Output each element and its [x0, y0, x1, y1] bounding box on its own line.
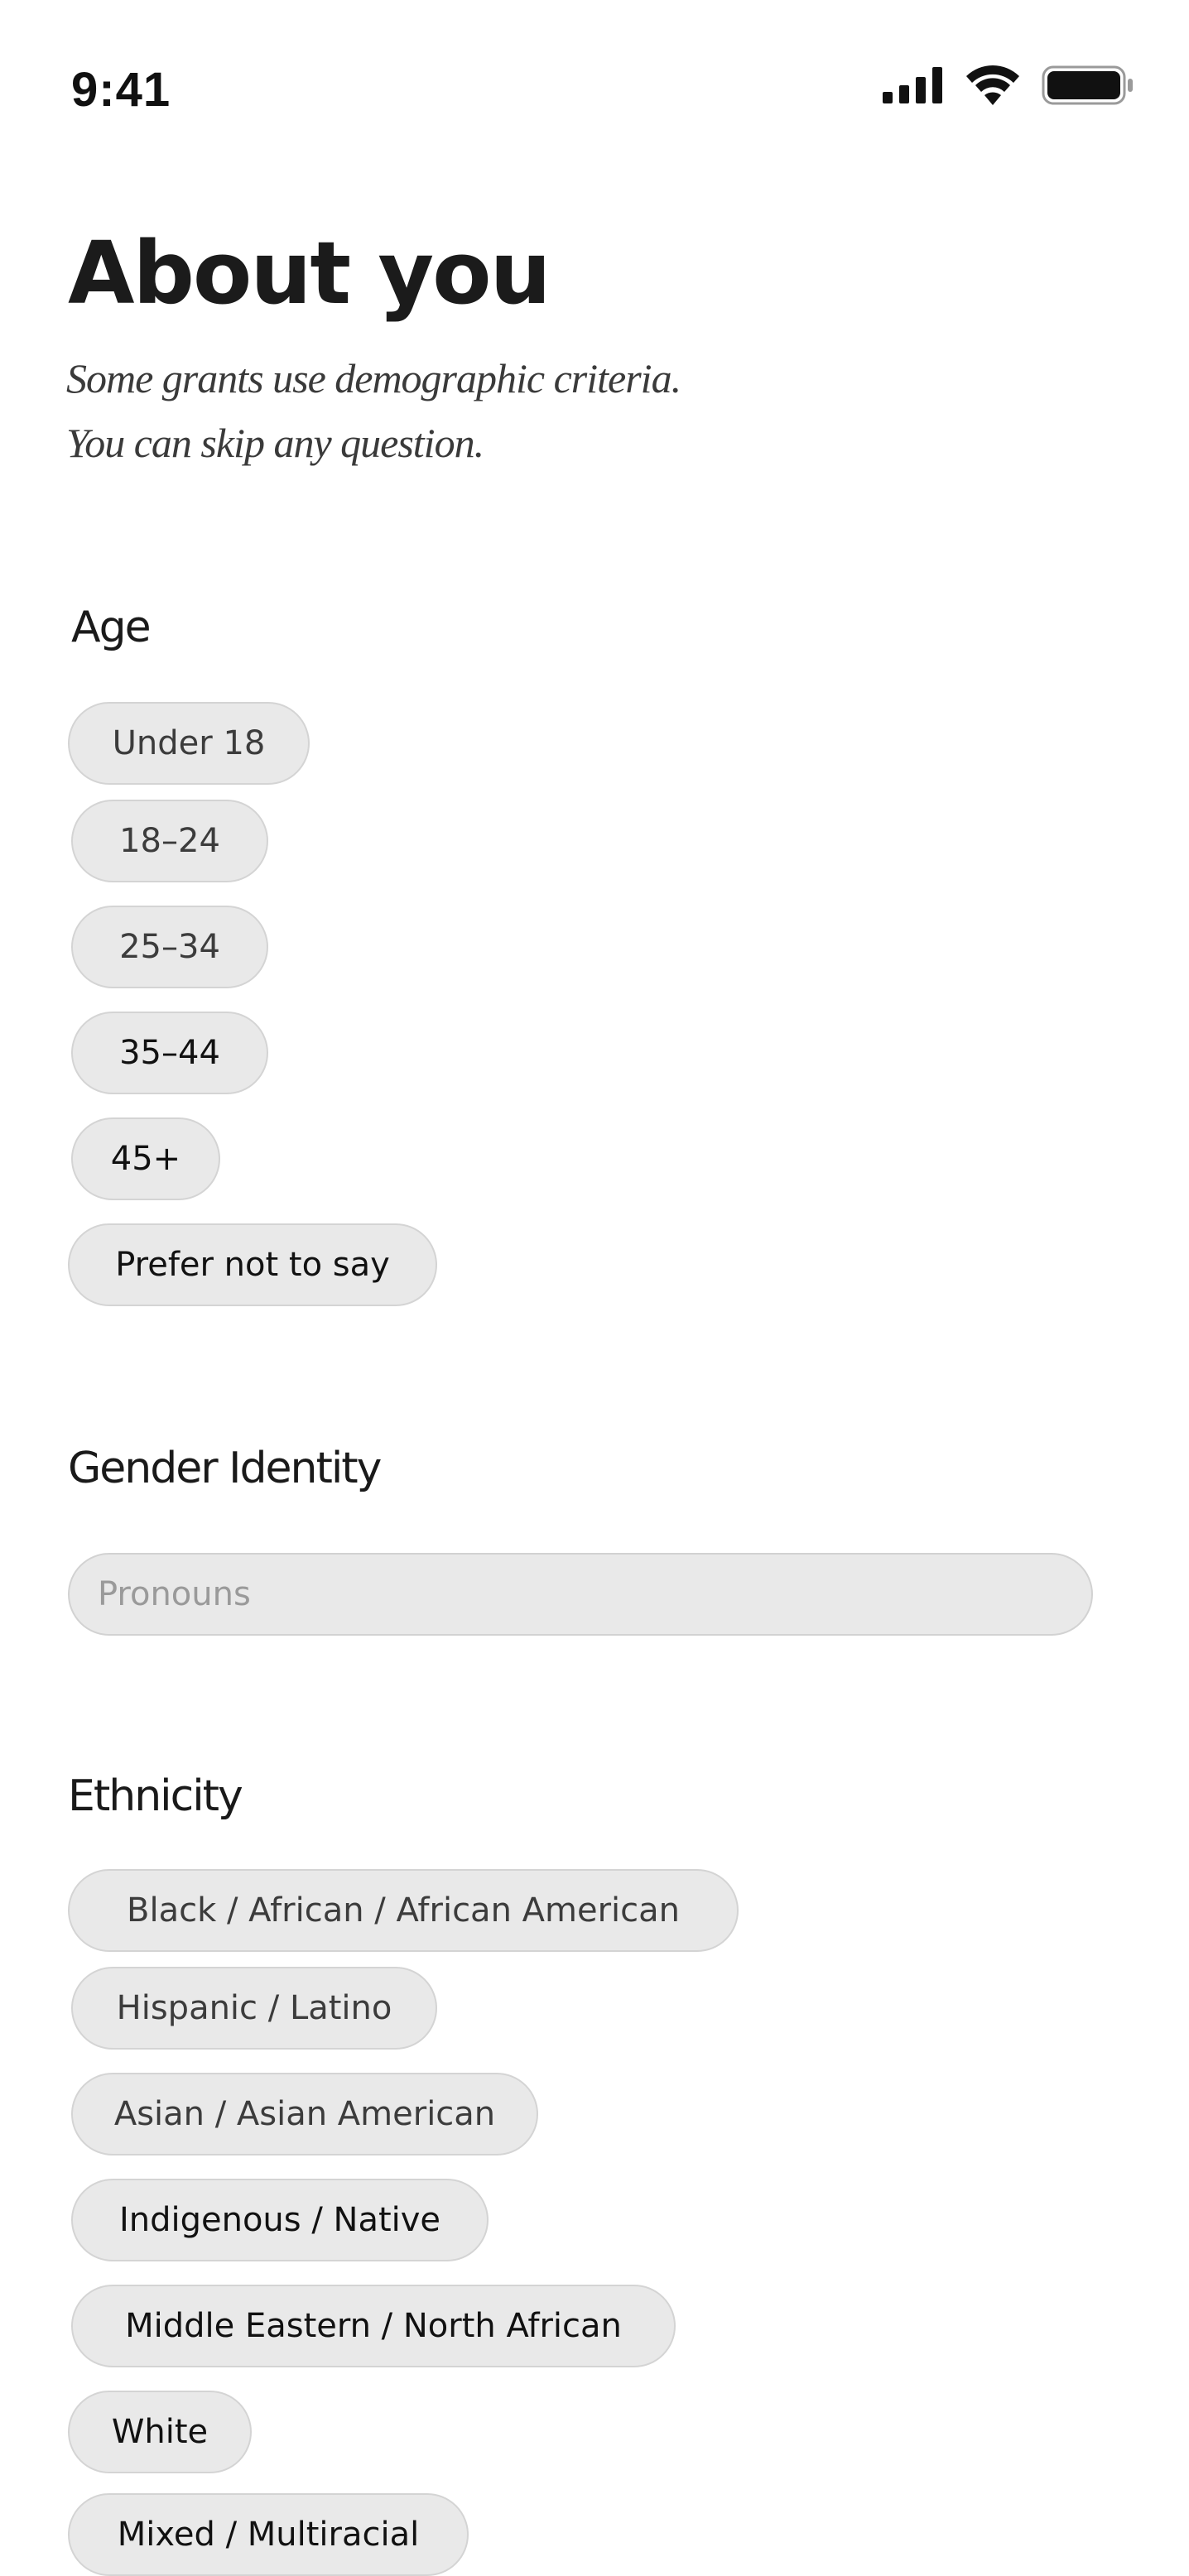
subtitle-line: Some grants use demographic criteria. — [66, 355, 681, 401]
ethnicity-option-asian[interactable]: Asian / Asian American — [71, 2073, 538, 2155]
ethnicity-option-hispanic[interactable]: Hispanic / Latino — [71, 1967, 437, 2050]
age-option-18-24[interactable]: 18–24 — [71, 800, 268, 882]
gender-identity-heading: Gender Identity — [68, 1444, 382, 1493]
cellular-signal-icon — [883, 67, 944, 103]
status-icons — [883, 65, 1134, 106]
age-heading: Age — [71, 603, 152, 652]
page-subtitle: Some grants use demographic criteria. Yo… — [66, 346, 681, 475]
status-bar: 9:41 — [0, 0, 1189, 141]
age-option-under-18[interactable]: Under 18 — [68, 702, 310, 785]
ethnicity-option-white[interactable]: White — [68, 2391, 252, 2473]
ethnicity-option-indigenous[interactable]: Indigenous / Native — [71, 2179, 489, 2261]
age-option-45-plus[interactable]: 45+ — [71, 1117, 220, 1200]
ethnicity-heading: Ethnicity — [68, 1771, 243, 1821]
pronouns-input[interactable] — [68, 1553, 1093, 1636]
ethnicity-option-black[interactable]: Black / African / African American — [68, 1869, 739, 1952]
status-time: 9:41 — [71, 63, 171, 117]
ethnicity-option-mixed[interactable]: Mixed / Multiracial — [68, 2493, 469, 2576]
page-title: About you — [68, 223, 551, 324]
age-option-25-34[interactable]: 25–34 — [71, 906, 268, 988]
battery-icon — [1042, 65, 1134, 105]
ethnicity-option-middle-eastern[interactable]: Middle Eastern / North African — [71, 2285, 676, 2367]
subtitle-line: You can skip any question. — [66, 420, 484, 466]
wifi-icon — [965, 65, 1020, 105]
age-option-prefer-not-to-say[interactable]: Prefer not to say — [68, 1223, 437, 1306]
age-option-35-44[interactable]: 35–44 — [71, 1012, 268, 1094]
